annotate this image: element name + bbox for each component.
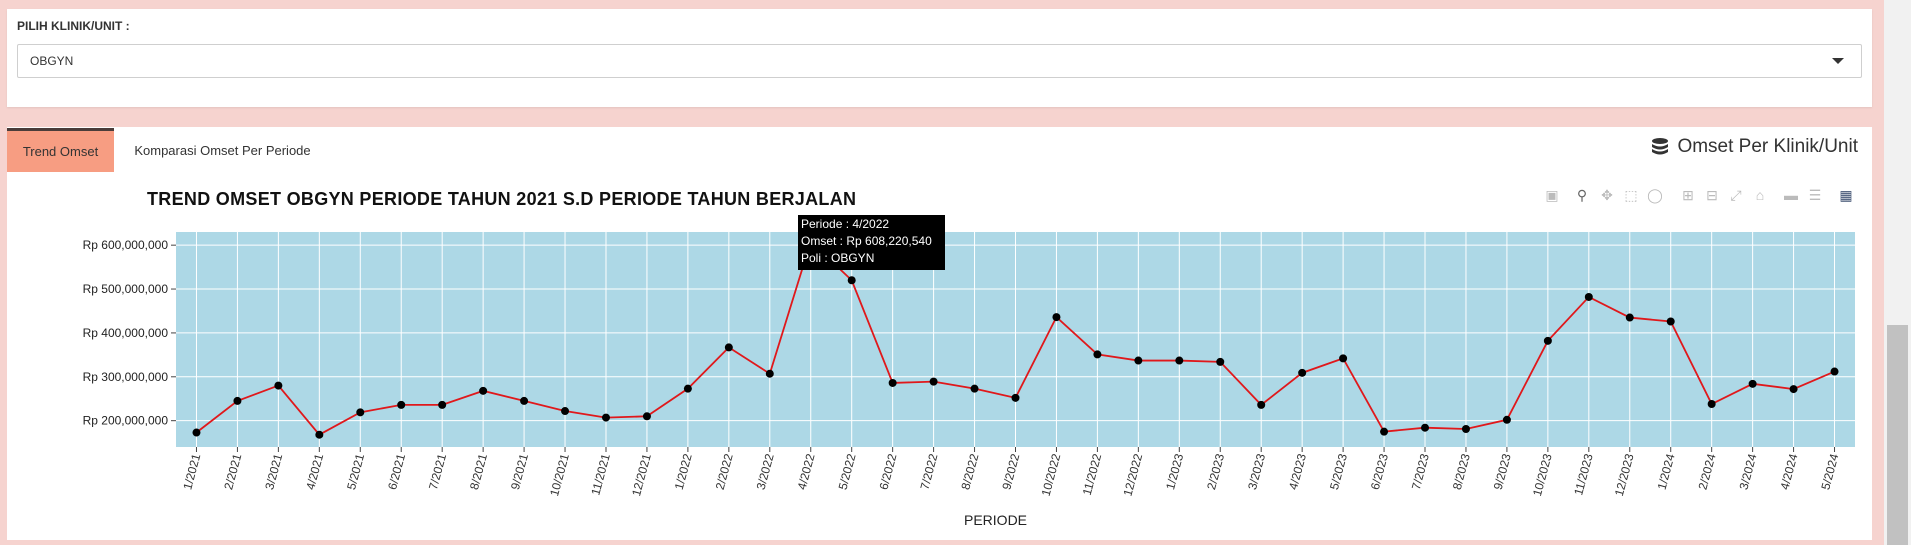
compare-hover-icon[interactable]: ☰ (1806, 186, 1824, 204)
camera-icon[interactable]: ▣ (1543, 186, 1561, 204)
zoom-out-icon[interactable]: ⊟ (1703, 186, 1721, 204)
tab-komparasi-omset[interactable]: Komparasi Omset Per Periode (125, 128, 320, 172)
lasso-icon[interactable]: ◯ (1646, 186, 1664, 204)
zoom-in-icon[interactable]: ⊞ (1679, 186, 1697, 204)
pan-icon[interactable]: ✥ (1598, 186, 1616, 204)
klinik-select-value: OBGYN (30, 54, 74, 68)
klinik-select[interactable]: OBGYN (17, 44, 1862, 78)
spike-lines-icon[interactable]: ▬ (1782, 186, 1800, 204)
scrollbar-thumb[interactable] (1887, 325, 1908, 545)
panel-title-text: Omset Per Klinik/Unit (1677, 136, 1858, 157)
zoom-icon[interactable]: ⚲ (1573, 186, 1591, 204)
chevron-down-icon (1832, 58, 1844, 64)
tab-trend-omset[interactable]: Trend Omset (7, 128, 114, 172)
reset-axes-icon[interactable]: ⌂ (1751, 186, 1769, 204)
tooltip-omset: Omset : Rp 608,220,540 (801, 234, 932, 248)
tab-trend-omset-label: Trend Omset (22, 144, 99, 159)
autoscale-icon[interactable]: ⤢ (1727, 186, 1745, 204)
tab-komparasi-omset-label: Komparasi Omset Per Periode (134, 142, 311, 158)
hover-tooltip: Periode : 4/2022 Omset : Rp 608,220,540 … (798, 215, 945, 270)
panel-title: Omset Per Klinik/Unit (1649, 136, 1858, 158)
coins-icon (1652, 138, 1669, 155)
plotly-logo-icon[interactable]: ▦ (1837, 186, 1855, 204)
tooltip-periode: Periode : 4/2022 (801, 217, 890, 231)
tooltip-poli: Poli : OBGYN (801, 251, 875, 265)
chart-title: TREND OMSET OBGYN PERIODE TAHUN 2021 S.D… (147, 189, 857, 209)
x-axis-title: PERIODE (964, 512, 1028, 528)
klinik-label: PILIH KLINIK/UNIT : (17, 19, 130, 33)
box-select-icon[interactable]: ⬚ (1622, 186, 1640, 204)
